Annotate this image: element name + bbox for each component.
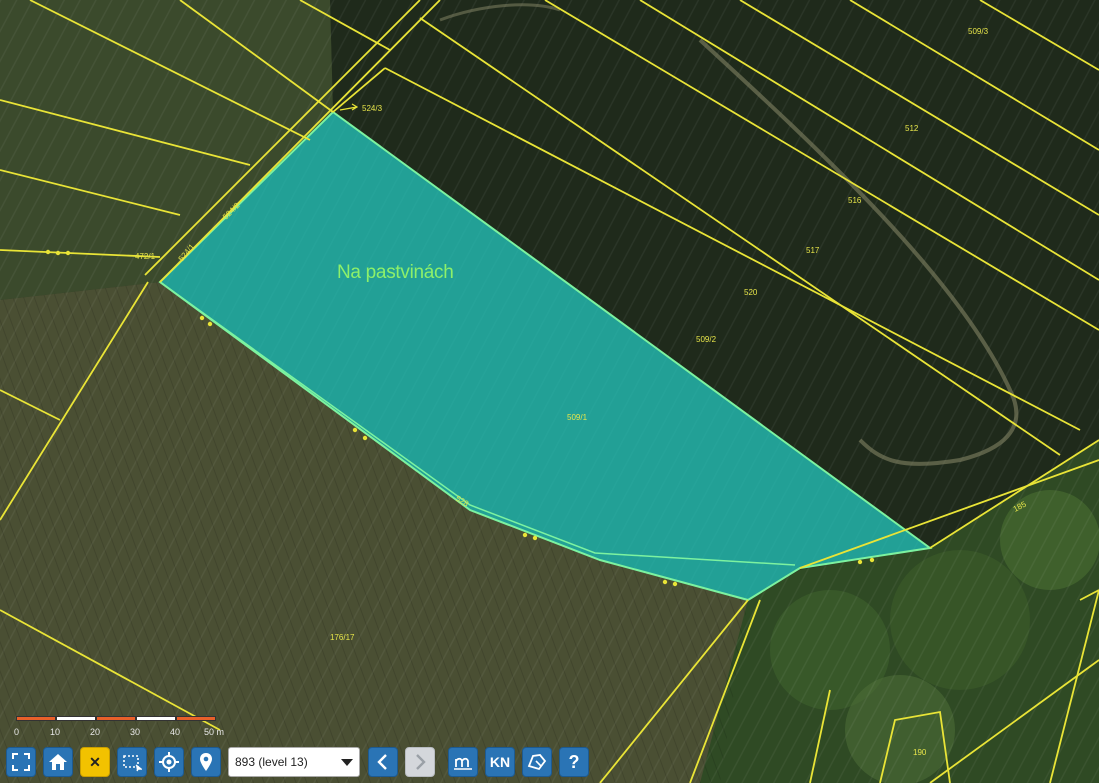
cadastre-icon: KN: [489, 754, 511, 770]
zoom-level-select[interactable]: 893 (level 13): [228, 747, 360, 777]
scale-segment: [176, 716, 216, 721]
parcel-label-516: 516: [848, 196, 862, 205]
scale-tick: 10: [50, 727, 61, 737]
parcel-label-520: 520: [744, 288, 758, 297]
help-button[interactable]: ?: [559, 747, 589, 777]
chevron-left-icon: [377, 754, 387, 770]
close-icon: ✕: [89, 753, 101, 770]
scale-tick: 50 m: [204, 727, 225, 737]
fullscreen-button[interactable]: [6, 747, 36, 777]
scale-tick: 30: [130, 727, 141, 737]
map-marker-icon: [200, 753, 212, 771]
crosshair-icon: [159, 752, 179, 772]
scale-segment: [136, 716, 176, 721]
scale-segment: [16, 716, 56, 721]
scale-tick: 20: [90, 727, 101, 737]
parcel-label-509-1: 509/1: [567, 413, 588, 422]
scale-segment: [56, 716, 96, 721]
parcel-label-509-3: 509/3: [968, 27, 989, 36]
scale-tick: 40: [170, 727, 181, 737]
measure-icon: [454, 757, 472, 770]
cadastre-button[interactable]: KN: [485, 747, 515, 777]
locate-button[interactable]: [154, 747, 184, 777]
select-area-button[interactable]: [117, 747, 147, 777]
chevron-right-icon: [416, 754, 426, 770]
parcel-label-176-17: 176/17: [330, 633, 355, 642]
map-canvas[interactable]: 524/3 509/3 512 516 517 520 509/2 509/1 …: [0, 0, 1099, 783]
scale-segment: [96, 716, 136, 721]
map-toolbar: ✕ 893 (level 13) KN ?: [6, 745, 596, 779]
parcel-label-512: 512: [905, 124, 919, 133]
help-icon: ?: [568, 751, 580, 772]
parcel-label-472-1: 472/1: [135, 252, 156, 261]
parcel-shape-button[interactable]: [522, 747, 552, 777]
parcel-label-509-2: 509/2: [696, 335, 717, 344]
parcel-label-517: 517: [806, 246, 820, 255]
area-name-label: Na pastvinách: [337, 262, 454, 283]
scale-bar: 0 10 20 30 40 50 m: [14, 716, 224, 742]
marker-button[interactable]: [191, 747, 221, 777]
chevron-down-icon: [341, 758, 353, 766]
measure-button[interactable]: [448, 747, 478, 777]
parcel-label-190: 190: [913, 748, 927, 757]
fullscreen-icon: [12, 753, 30, 771]
back-button[interactable]: [368, 747, 398, 777]
clear-selection-button[interactable]: ✕: [80, 747, 110, 777]
zoom-level-value: 893 (level 13): [235, 755, 308, 769]
home-button[interactable]: [43, 747, 73, 777]
scale-tick: 0: [14, 727, 20, 737]
select-rectangle-icon: [123, 755, 142, 772]
parcel-label-524-3: 524/3: [362, 104, 383, 113]
forward-button[interactable]: [405, 747, 435, 777]
home-icon: [49, 754, 67, 770]
parcel-shape-icon: [527, 754, 547, 771]
